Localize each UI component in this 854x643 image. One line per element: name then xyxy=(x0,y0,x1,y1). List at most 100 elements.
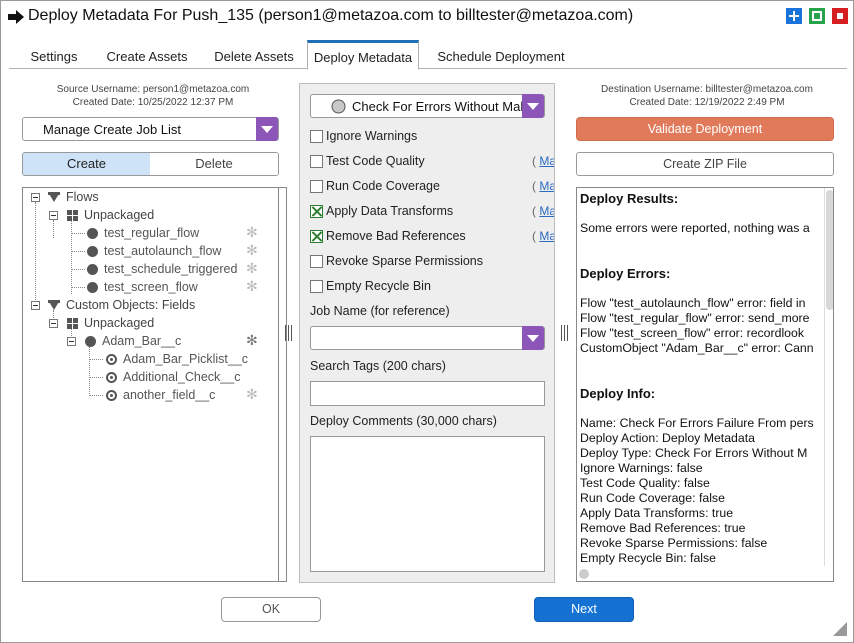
tree-node-field[interactable]: another_field__c xyxy=(123,386,215,404)
job-list-value: Manage Create Job List xyxy=(43,122,182,137)
manage-paren: ( xyxy=(532,229,536,243)
info-line: Run Code Coverage: false xyxy=(580,491,725,505)
info-line: Remove Bad References: true xyxy=(580,521,746,535)
metadata-type-icon xyxy=(48,300,60,310)
manage-paren: ( xyxy=(532,154,536,168)
deploy-metadata-window: Deploy Metadata For Push_135 (person1@me… xyxy=(0,0,854,643)
minimize-button[interactable] xyxy=(786,8,802,24)
manage-link[interactable]: ( Ma xyxy=(532,179,554,193)
manage-link[interactable]: ( Ma xyxy=(532,204,554,218)
deploy-type-dropdown[interactable]: Check For Errors Without Making Changes xyxy=(310,94,545,118)
info-line: Revoke Sparse Permissions: false xyxy=(580,536,768,550)
job-name-label: Job Name (for reference) xyxy=(310,304,450,318)
chevron-down-icon[interactable] xyxy=(256,117,278,141)
revoke-sparse-permissions-checkbox[interactable] xyxy=(310,255,323,268)
plus-icon xyxy=(789,11,799,21)
status-circle-icon xyxy=(331,99,346,114)
chevron-down-icon[interactable] xyxy=(522,94,544,118)
fields-expander[interactable] xyxy=(31,301,40,310)
manage-link[interactable]: ( Ma xyxy=(532,154,554,168)
tree-node-field[interactable]: Additional_Check__c xyxy=(123,368,240,386)
component-icon xyxy=(87,282,98,293)
tree-node-flows[interactable]: Flows xyxy=(66,188,99,206)
maximize-button[interactable] xyxy=(809,8,825,24)
asset-tree: Flows Unpackaged test_regular_flow ✻ tes… xyxy=(22,187,279,582)
destination-username: Destination Username: billtester@metazoa… xyxy=(601,84,813,95)
info-line: Ignore Warnings: false xyxy=(580,461,703,475)
field-icon xyxy=(106,390,117,401)
results-text: Some errors were reported, nothing was a xyxy=(580,221,810,235)
validate-deployment-button[interactable]: Validate Deployment xyxy=(576,117,834,141)
tree-node-flow[interactable]: test_autolaunch_flow xyxy=(104,242,221,260)
info-line: Deploy Action: Deploy Metadata xyxy=(580,431,755,445)
asterisk-icon: ✻ xyxy=(246,242,258,258)
tree-node-flow[interactable]: test_regular_flow xyxy=(104,224,199,242)
tree-node-flow[interactable]: test_screen_flow xyxy=(104,278,198,296)
asterisk-icon: ✻ xyxy=(246,386,258,402)
tree-node-object[interactable]: Adam_Bar__c xyxy=(102,332,181,350)
component-icon xyxy=(85,336,96,347)
create-mode-button[interactable]: Create xyxy=(23,153,150,175)
info-heading: Deploy Info: xyxy=(580,386,656,401)
results-heading: Deploy Results: xyxy=(580,191,679,206)
job-name-combobox[interactable] xyxy=(310,326,545,350)
object-expander[interactable] xyxy=(67,337,76,346)
tree-node-custom-fields[interactable]: Custom Objects: Fields xyxy=(66,296,195,314)
empty-recycle-bin-checkbox[interactable] xyxy=(310,280,323,293)
manage-link-text[interactable]: Ma xyxy=(539,204,554,218)
test-code-quality-checkbox[interactable] xyxy=(310,155,323,168)
next-button[interactable]: Next xyxy=(534,597,634,622)
manage-paren: ( xyxy=(532,179,536,193)
delete-mode-button[interactable]: Delete xyxy=(150,153,278,175)
left-splitter-handle[interactable] xyxy=(283,325,295,341)
fields-unpackaged-expander[interactable] xyxy=(49,319,58,328)
close-button[interactable] xyxy=(832,8,848,24)
option-label: Remove Bad References xyxy=(326,229,466,243)
package-icon xyxy=(67,210,78,221)
tab-create-assets[interactable]: Create Assets xyxy=(93,40,201,69)
tree-node-flow[interactable]: test_schedule_triggered xyxy=(104,260,237,278)
option-label: Empty Recycle Bin xyxy=(326,279,431,293)
scroll-corner-icon xyxy=(579,569,589,579)
results-scrollbar[interactable] xyxy=(824,188,833,566)
manage-link-text[interactable]: Ma xyxy=(539,154,554,168)
tab-deploy-metadata[interactable]: Deploy Metadata xyxy=(307,40,419,70)
apply-data-transforms-checkbox[interactable] xyxy=(310,205,323,218)
metadata-type-icon xyxy=(48,192,60,202)
tree-scrollbar[interactable] xyxy=(271,187,287,582)
flows-unpackaged-expander[interactable] xyxy=(49,211,58,220)
destination-panel: Destination Username: billtester@metazoa… xyxy=(569,69,845,588)
error-line: Flow "test_screen_flow" error: recordloo… xyxy=(580,326,805,340)
job-list-dropdown[interactable]: Manage Create Job List xyxy=(22,117,279,141)
manage-link[interactable]: ( Ma xyxy=(532,229,554,243)
info-line: Deploy Type: Check For Errors Without M xyxy=(580,446,808,460)
deploy-comments-textarea[interactable] xyxy=(310,436,545,572)
tree-node-field[interactable]: Adam_Bar_Picklist__c xyxy=(123,350,248,368)
error-line: Flow "test_autolaunch_flow" error: field… xyxy=(580,296,806,310)
tab-schedule-deployment[interactable]: Schedule Deployment xyxy=(425,40,577,69)
scrollbar-thumb[interactable] xyxy=(826,190,833,310)
ok-button[interactable]: OK xyxy=(221,597,321,622)
deploy-results-log: Deploy Results: Some errors were reporte… xyxy=(576,187,834,582)
resize-grip-icon[interactable] xyxy=(833,622,847,636)
tree-node-flows-unpackaged[interactable]: Unpackaged xyxy=(84,206,154,224)
ignore-warnings-checkbox[interactable] xyxy=(310,130,323,143)
deploy-type-value: Check For Errors Without Making Changes xyxy=(352,99,524,114)
asterisk-icon: ✻ xyxy=(246,224,258,240)
tab-delete-assets[interactable]: Delete Assets xyxy=(201,40,307,69)
remove-bad-references-checkbox[interactable] xyxy=(310,230,323,243)
chevron-down-icon[interactable] xyxy=(522,326,544,350)
create-zip-file-button[interactable]: Create ZIP File xyxy=(576,152,834,176)
info-line: Test Code Quality: false xyxy=(580,476,710,490)
field-icon xyxy=(106,354,117,365)
component-icon xyxy=(87,228,98,239)
manage-link-text[interactable]: Ma xyxy=(539,179,554,193)
run-code-coverage-checkbox[interactable] xyxy=(310,180,323,193)
search-tags-input[interactable] xyxy=(310,381,545,406)
error-line: CustomObject "Adam_Bar__c" error: Cann xyxy=(580,341,814,355)
tab-settings[interactable]: Settings xyxy=(15,40,93,69)
tree-node-fields-unpackaged[interactable]: Unpackaged xyxy=(84,314,154,332)
manage-link-text[interactable]: Ma xyxy=(539,229,554,243)
flows-expander[interactable] xyxy=(31,193,40,202)
component-icon xyxy=(87,246,98,257)
